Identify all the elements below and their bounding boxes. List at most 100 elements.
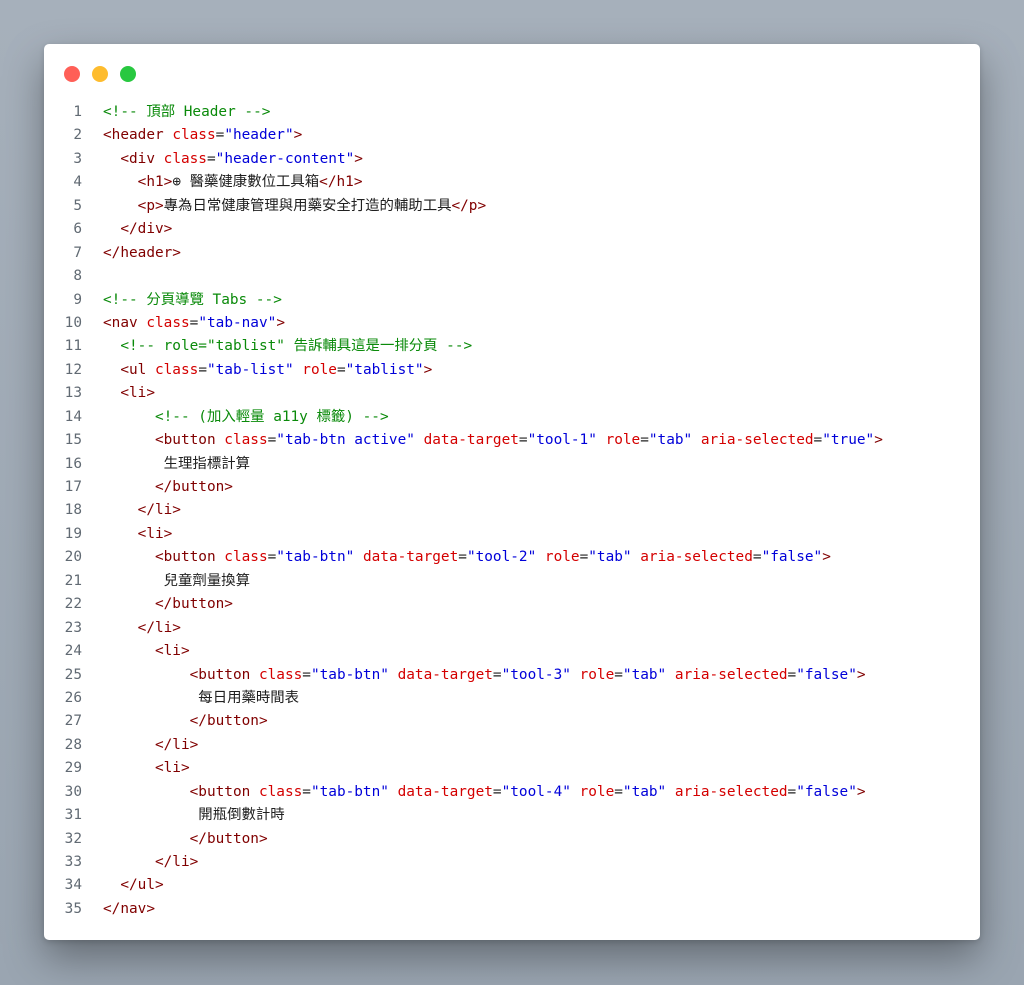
line-number: 8	[73, 268, 82, 285]
code-text: <nav class="tab-nav">	[103, 312, 285, 335]
code-token: aria-selected	[640, 549, 753, 566]
code-token: </li>	[154, 854, 199, 870]
close-button[interactable]	[64, 66, 80, 82]
code-token: =	[640, 432, 649, 449]
code-text: <!-- (加入輕量 a11y 標籤) -->	[103, 406, 389, 429]
line-number: 35	[64, 900, 82, 917]
code-token: "true"	[822, 432, 875, 449]
code-token: class	[258, 666, 303, 683]
code-token: "tab-btn active"	[276, 432, 415, 449]
code-text: <li>	[103, 640, 190, 663]
code-token: =	[614, 783, 623, 800]
line-number: 16	[64, 455, 82, 472]
code-token: class	[146, 314, 190, 331]
code-token: <button	[154, 549, 225, 566]
code-text: </header>	[103, 242, 181, 265]
code-line: 30 <button class="tab-btn" data-target="…	[44, 781, 980, 804]
code-token: =	[215, 127, 225, 144]
code-token: data-target	[423, 432, 519, 449]
line-number: 5	[73, 197, 82, 214]
code-token: "tab-list"	[206, 361, 294, 378]
code-line: 8	[44, 265, 980, 288]
code-text: <h1>⊕ 醫藥健康數位工具箱</h1>	[103, 171, 363, 194]
window-controls	[64, 66, 136, 82]
code-token: =	[206, 150, 216, 167]
zoom-button[interactable]	[120, 66, 136, 82]
code-token: =	[492, 666, 502, 683]
code-token: >	[874, 432, 883, 449]
code-text: </li>	[103, 499, 181, 522]
code-line: 21 兒童劑量換算	[44, 570, 980, 593]
code-token: "tab"	[622, 666, 667, 683]
code-line: 33 </li>	[44, 851, 980, 874]
code-token: >	[856, 666, 866, 683]
code-text: <button class="tab-btn" data-target="too…	[103, 664, 866, 687]
code-token: <ul	[120, 361, 155, 378]
code-text: <button class="tab-btn active" data-targ…	[103, 429, 883, 452]
code-token: =	[267, 549, 277, 566]
code-token: =	[267, 432, 277, 449]
code-token: =	[302, 783, 311, 800]
line-number: 7	[73, 244, 82, 261]
minimize-button[interactable]	[92, 66, 108, 82]
code-line: 14 <!-- (加入輕量 a11y 標籤) -->	[44, 406, 980, 429]
code-token: 開瓶倒數計時	[103, 807, 285, 824]
code-token: "false"	[761, 549, 823, 566]
code-token: =	[198, 361, 207, 378]
code-text: </button>	[103, 593, 233, 616]
code-token: role	[579, 783, 615, 800]
code-token: </button>	[189, 713, 268, 730]
code-token: =	[813, 432, 823, 449]
code-text: </div>	[103, 218, 172, 241]
code-token: "false"	[796, 783, 857, 800]
code-line: 28 </li>	[44, 734, 980, 757]
code-token: <li>	[137, 525, 173, 542]
code-token: "tab"	[622, 783, 667, 800]
code-line: 2 <header class="header">	[44, 124, 980, 147]
code-token: "tab-nav"	[198, 314, 277, 331]
line-number: 11	[64, 338, 82, 355]
code-line: 31 開瓶倒數計時	[44, 804, 980, 827]
line-number: 18	[64, 502, 82, 519]
code-token: role	[302, 361, 337, 378]
code-text: <p>專為日常健康管理與用藥安全打造的輔助工具</p>	[103, 195, 486, 218]
code-token: <nav	[103, 314, 147, 331]
code-token: <h1>	[137, 174, 173, 191]
code-text: 生理指標計算	[103, 453, 250, 476]
code-token: "tool-1"	[527, 432, 597, 449]
code-token: </li>	[154, 736, 199, 753]
line-number: 12	[64, 361, 82, 378]
code-token: >	[354, 150, 363, 167]
code-text: <button class="tab-btn" data-target="too…	[103, 781, 866, 804]
code-line: 3 <div class="header-content">	[44, 148, 980, 171]
code-token: class	[154, 361, 199, 378]
code-token: <li>	[154, 760, 190, 777]
code-token: <button	[154, 432, 225, 449]
code-editor: 1 <!-- 頂部 Header --> 2 <header class="heade…	[44, 101, 980, 921]
code-text: </button>	[103, 476, 233, 499]
line-number: 2	[73, 127, 82, 144]
code-token: role	[544, 549, 580, 566]
code-token: class	[163, 150, 207, 167]
code-token: </button>	[154, 596, 233, 613]
code-token: <button	[189, 666, 259, 683]
line-number: 22	[64, 596, 82, 613]
line-number: 20	[64, 549, 82, 566]
code-text: 兒童劑量換算	[103, 570, 250, 593]
line-number: 17	[64, 479, 82, 495]
code-token: >	[276, 314, 285, 331]
code-token: class	[172, 127, 216, 144]
